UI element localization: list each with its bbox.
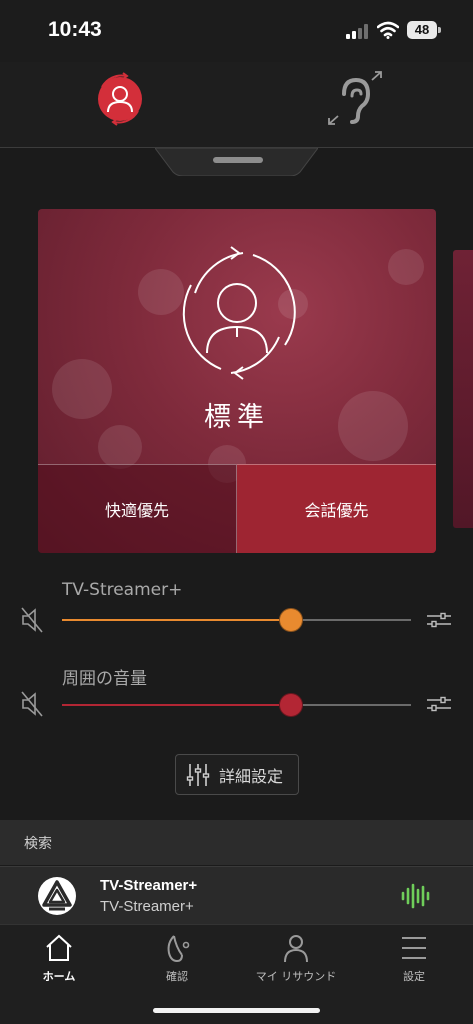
nav-settings-label: 設定 [403,970,425,983]
streamer-slider-label: TV-Streamer+ [62,580,183,600]
status-bar: 10:43 48 [0,0,473,62]
device-name: TV-Streamer+ [100,877,198,894]
search-section: 検索 [0,820,473,865]
status-time: 10:43 [48,18,102,41]
nav-my-resound[interactable]: マイ リサウンド [246,933,346,993]
program-card[interactable]: 標準 快適優先 会話優先 [38,209,436,553]
nav-my-resound-label: マイ リサウンド [255,970,337,983]
speech-mode-button[interactable]: 会話優先 [237,464,436,553]
hearing-aid-icon [167,935,190,963]
next-program-card[interactable] [453,250,473,528]
top-header [0,62,473,148]
equalizer-icon [186,763,210,786]
signal-icon [346,24,368,39]
ambient-slider-fill [62,704,291,706]
home-icon [46,934,72,961]
comfort-mode-button[interactable]: 快適優先 [38,464,237,553]
device-row[interactable]: TV-Streamer+ TV-Streamer+ [0,866,473,924]
mute-icon[interactable] [21,691,43,717]
user-cycle-icon [182,246,296,380]
streamer-volume-slider[interactable] [62,608,411,632]
home-indicator [153,1008,320,1013]
hearing-aid-ear-icon[interactable] [326,70,384,128]
person-icon [284,935,308,963]
wifi-icon [377,21,399,39]
mute-icon[interactable] [21,607,43,633]
audio-wave-icon [401,883,430,909]
streamer-slider-fill [62,619,291,621]
ambient-volume-slider[interactable] [62,693,411,717]
program-title: 標準 [204,402,270,433]
device-subtitle: TV-Streamer+ [100,898,194,915]
nav-check-label: 確認 [166,970,188,983]
nav-home-label: ホーム [42,970,76,983]
pull-grip[interactable] [213,157,263,163]
detail-settings-button[interactable]: 詳細設定 [175,754,299,795]
slider-settings-icon[interactable] [426,696,452,712]
battery-level: 48 [407,21,437,39]
nav-home[interactable]: ホーム [9,933,109,993]
nav-settings[interactable]: 設定 [364,933,464,993]
detail-settings-label: 詳細設定 [219,766,284,786]
slider-settings-icon[interactable] [426,612,452,628]
ambient-slider-label: 周囲の音量 [62,669,147,689]
ambient-slider-thumb[interactable] [278,693,303,717]
battery-icon: 48 [407,21,441,39]
nav-check[interactable]: 確認 [127,933,227,993]
streamer-logo-icon [38,877,76,915]
streamer-slider-thumb[interactable] [278,608,303,632]
menu-icon [402,937,426,959]
program-profile-icon[interactable] [92,71,148,127]
search-label: 検索 [24,836,52,852]
